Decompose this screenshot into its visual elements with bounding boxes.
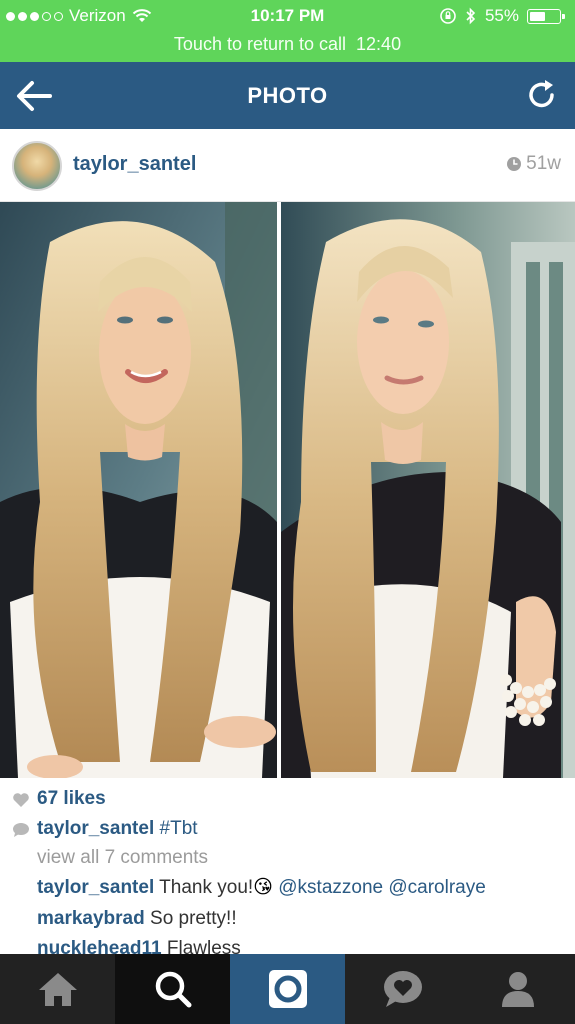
tab-camera[interactable] [230, 954, 345, 1024]
comment-mentions[interactable]: @kstazzone @carolraye [278, 877, 486, 898]
tab-profile[interactable] [460, 954, 575, 1024]
comment-username[interactable]: taylor_santel [37, 877, 154, 898]
refresh-icon [529, 80, 554, 108]
comment-text: Flawless [166, 938, 241, 954]
post-timestamp: 51w [506, 153, 561, 175]
status-row: Verizon 10:17 PM 55% [0, 4, 575, 28]
return-to-call-bar[interactable]: Touch to return to call 12:40 [0, 34, 575, 55]
post-username[interactable]: taylor_santel [73, 153, 196, 176]
photo-right-panel [281, 202, 575, 778]
home-icon [38, 973, 77, 1006]
comment-icon [13, 823, 29, 837]
battery-icon [527, 8, 565, 24]
comment-row: markaybrad So pretty!! [37, 908, 237, 930]
post-photo[interactable] [0, 202, 575, 778]
portrait-left-image [0, 202, 277, 778]
activity-heart-icon [383, 971, 422, 1007]
kiss-emoji: 😘 [253, 877, 273, 898]
likes-count[interactable]: 67 likes [37, 788, 106, 810]
tab-home[interactable] [0, 954, 115, 1024]
search-icon [155, 971, 191, 1008]
bluetooth-icon [466, 7, 476, 25]
comment-row: taylor_santel Thank you!😘 @kstazzone @ca… [37, 876, 486, 899]
camera-icon [268, 970, 307, 1008]
status-right: 55% [439, 6, 565, 26]
comment-row: nucklehead11 Flawless [37, 938, 241, 954]
battery-percent: 55% [484, 6, 519, 25]
post-age: 51w [526, 153, 561, 174]
rotation-lock-icon [440, 8, 456, 24]
tab-activity[interactable] [345, 954, 460, 1024]
call-timer: 12:40 [356, 34, 402, 54]
comment-username[interactable]: markaybrad [37, 908, 145, 929]
post-header: taylor_santel 51w [0, 129, 575, 202]
page-title: PHOTO [247, 83, 328, 108]
call-text: Touch to return to call [173, 34, 347, 54]
heart-icon [13, 793, 29, 807]
refresh-button[interactable] [525, 78, 559, 112]
battery-level [530, 11, 545, 21]
clock-icon [507, 157, 522, 171]
caption-hashtag[interactable]: #Tbt [160, 818, 198, 839]
comment-text: So pretty!! [150, 908, 237, 929]
avatar[interactable] [12, 141, 62, 191]
post-footer: 67 likes taylor_santel #Tbt view all 7 c… [0, 778, 575, 954]
caption: taylor_santel #Tbt [37, 818, 198, 840]
status-bar: Verizon 10:17 PM 55% Touch to return to … [0, 0, 575, 62]
battery-tip [562, 13, 565, 19]
profile-icon [501, 972, 534, 1007]
comment-username[interactable]: nucklehead11 [37, 938, 162, 954]
nav-header: PHOTO [0, 62, 575, 129]
caption-username[interactable]: taylor_santel [37, 818, 154, 839]
tab-search[interactable] [115, 954, 230, 1024]
comment-text: Thank you! [159, 877, 254, 898]
portrait-right-image [281, 202, 575, 778]
photo-left-panel [0, 202, 277, 778]
view-all-comments-link[interactable]: view all 7 comments [37, 847, 208, 869]
tab-bar [0, 954, 575, 1024]
